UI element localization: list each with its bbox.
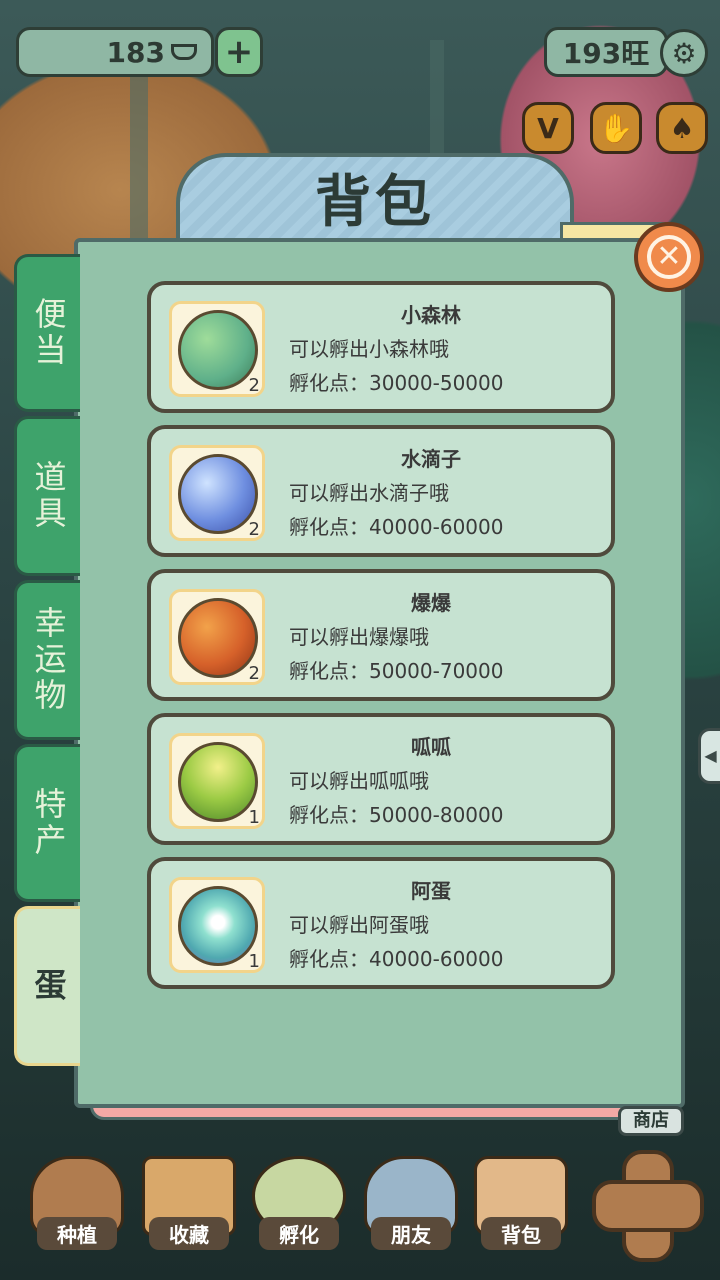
nav-backpack[interactable]: 背包: [466, 1150, 576, 1260]
item-name: 呱呱: [411, 735, 451, 759]
item-count: 1: [248, 807, 260, 828]
egg-thumbnail: 1: [169, 877, 265, 973]
hatch-points: 孵化点：50000-80000: [289, 803, 504, 827]
tab-egg[interactable]: 蛋: [14, 906, 80, 1066]
item-description: 可以孵出小森林哦: [289, 337, 449, 361]
nav-planting[interactable]: 种植: [22, 1150, 132, 1260]
fire-egg-icon: [178, 598, 258, 678]
wang-points: 193旺: [544, 27, 668, 77]
tab-label: 特产: [29, 787, 68, 859]
main-menu-button[interactable]: [592, 1150, 704, 1262]
close-button[interactable]: ✕: [634, 222, 704, 292]
panel-title: 背包: [315, 170, 435, 235]
item-name: 阿蛋: [411, 879, 451, 903]
nav-label: 种植: [37, 1217, 117, 1250]
tab-label: 蛋: [29, 968, 68, 1004]
egg-item[interactable]: 1 阿蛋 可以孵出阿蛋哦 孵化点：40000-60000: [147, 857, 615, 989]
add-coins-button[interactable]: +: [215, 27, 263, 77]
nav-label: 朋友: [371, 1217, 451, 1250]
spiral-egg-icon: [178, 886, 258, 966]
water-egg-icon: [178, 454, 258, 534]
tab-bento[interactable]: 便当: [14, 254, 80, 412]
nav-label: 孵化: [259, 1217, 339, 1250]
gear-icon[interactable]: ⚙: [660, 29, 708, 77]
egg-item[interactable]: 2 水滴子 可以孵出水滴子哦 孵化点：40000-60000: [147, 425, 615, 557]
egg-item[interactable]: 1 呱呱 可以孵出呱呱哦 孵化点：50000-80000: [147, 713, 615, 845]
ingot-icon: [171, 44, 197, 60]
tab-lucky-items[interactable]: 幸运物: [14, 580, 80, 740]
tab-specialty[interactable]: 特产: [14, 744, 80, 902]
shovel-tool-button[interactable]: ♠: [656, 102, 708, 154]
item-description: 可以孵出爆爆哦: [289, 625, 429, 649]
egg-thumbnail: 2: [169, 301, 265, 397]
cross-icon: [592, 1180, 704, 1232]
hatch-points: 孵化点：40000-60000: [289, 515, 504, 539]
nav-friends[interactable]: 朋友: [356, 1150, 466, 1260]
tab-label: 便当: [29, 297, 68, 369]
item-description: 可以孵出呱呱哦: [289, 769, 429, 793]
coin-counter: 183: [16, 27, 214, 77]
forest-egg-icon: [178, 310, 258, 390]
tab-props[interactable]: 道具: [14, 416, 80, 576]
hand-tool-button[interactable]: ✋: [590, 102, 642, 154]
egg-thumbnail: 2: [169, 589, 265, 685]
tab-label: 幸运物: [29, 606, 68, 714]
shop-label: 商店: [618, 1106, 684, 1136]
coin-amount: 183: [106, 35, 165, 69]
item-name: 水滴子: [401, 447, 461, 471]
side-expand-arrow[interactable]: ◀: [698, 728, 720, 784]
hatch-points: 孵化点：50000-70000: [289, 659, 504, 683]
nav-label: 收藏: [149, 1217, 229, 1250]
egg-thumbnail: 2: [169, 445, 265, 541]
v-tool-button[interactable]: V: [522, 102, 574, 154]
item-count: 1: [248, 951, 260, 972]
close-icon: ✕: [647, 235, 691, 279]
nav-label: 背包: [481, 1217, 561, 1250]
item-name: 小森林: [401, 303, 461, 327]
egg-thumbnail: 1: [169, 733, 265, 829]
nav-collection[interactable]: 收藏: [134, 1150, 244, 1260]
item-count: 2: [248, 663, 260, 684]
item-description: 可以孵出阿蛋哦: [289, 913, 429, 937]
frog-egg-icon: [178, 742, 258, 822]
background-tree-trunk: [130, 60, 148, 260]
egg-item[interactable]: 2 小森林 可以孵出小森林哦 孵化点：30000-50000: [147, 281, 615, 413]
item-name: 爆爆: [411, 591, 451, 615]
tab-label: 道具: [29, 460, 68, 532]
nav-hatch[interactable]: 孵化: [244, 1150, 354, 1260]
hatch-points: 孵化点：30000-50000: [289, 371, 504, 395]
item-description: 可以孵出水滴子哦: [289, 481, 449, 505]
item-count: 2: [248, 375, 260, 396]
hatch-points: 孵化点：40000-60000: [289, 947, 504, 971]
item-count: 2: [248, 519, 260, 540]
egg-item[interactable]: 2 爆爆 可以孵出爆爆哦 孵化点：50000-70000: [147, 569, 615, 701]
